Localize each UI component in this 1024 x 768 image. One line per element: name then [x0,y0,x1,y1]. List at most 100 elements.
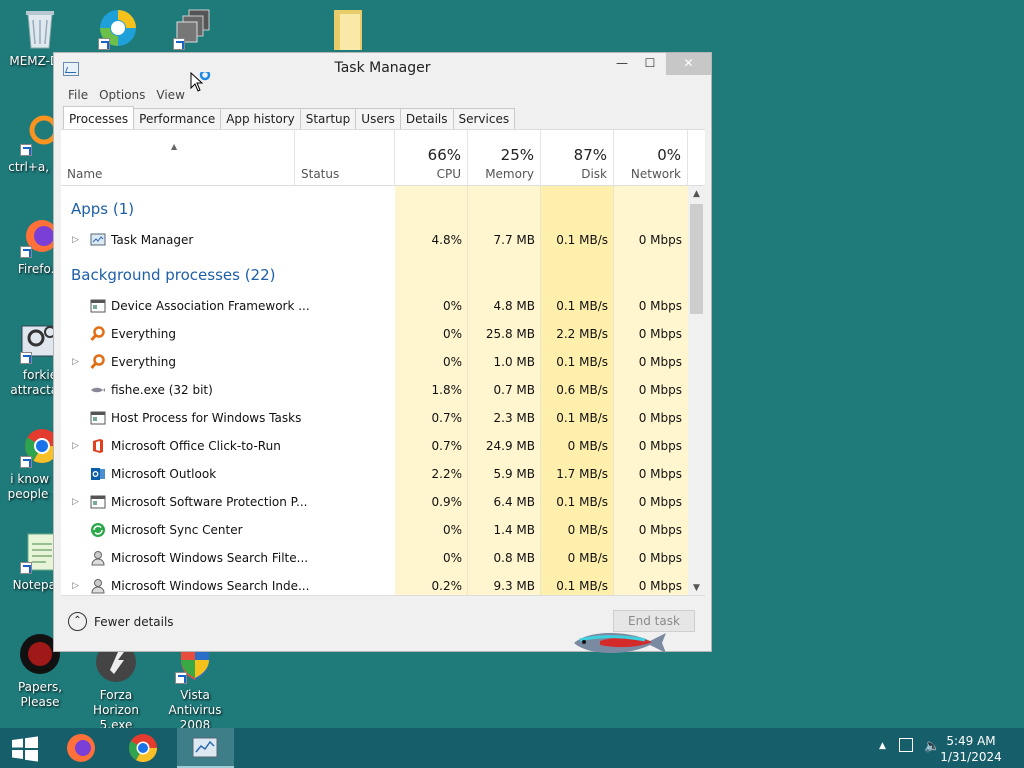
process-memory: 4.8 MB [493,299,535,313]
expand-arrow-icon[interactable]: ▷ [72,226,79,254]
table-row[interactable]: ▷ Microsoft Office Click-to-Run 0.7% 24.9 M… [61,432,688,460]
tab-performance[interactable]: Performance [133,108,222,129]
chevron-up-icon: ⌃ [68,612,87,631]
show-hidden-icons-icon[interactable]: ▲ [879,741,886,751]
office-icon [90,438,106,454]
desktop-icon-folder[interactable] [308,6,388,54]
table-row[interactable]: Everything 0% 25.8 MB 2.2 MB/s 0 Mbps [61,320,688,348]
tab-services[interactable]: Services [452,108,516,129]
mouse-cursor-icon [190,69,216,97]
desktop-icon-vista-antivirus[interactable]: Vista Antivirus 2008 [155,640,235,733]
column-cpu[interactable]: 66% CPU [395,130,468,186]
group-header-background[interactable]: Background processes (22) [61,260,688,288]
process-name: Microsoft Windows Search Inde... [111,579,310,593]
column-network-label: Network [630,167,681,181]
window-icon [90,494,106,510]
column-cpu-label: CPU [436,167,461,181]
table-row[interactable]: fishe.exe (32 bit) 1.8% 0.7 MB 0.6 MB/s 0 Mb… [61,376,688,404]
table-row[interactable]: ▷ Everything 0% 1.0 MB 0.1 MB/s 0 Mbps [61,348,688,376]
expand-arrow-icon[interactable]: ▷ [72,572,79,595]
expand-arrow-icon[interactable]: ▷ [72,432,79,460]
tab-startup[interactable]: Startup [299,108,357,129]
table-row[interactable]: Host Process for Windows Tasks 0.7% 2.3 MB… [61,404,688,432]
maximize-button[interactable]: ☐ [635,53,665,75]
window-icon [90,410,106,426]
process-name: fishe.exe (32 bit) [111,383,213,397]
column-memory[interactable]: 25% Memory [468,130,541,186]
menu-file[interactable]: File [65,85,96,105]
folder-icon [326,6,370,50]
column-network[interactable]: 0% Network [614,130,688,186]
menu-options[interactable]: Options [96,85,153,105]
column-disk[interactable]: 87% Disk [541,130,614,186]
scroll-up-arrow-icon[interactable]: ▲ [688,186,705,202]
sort-ascending-icon: ▲ [171,142,178,151]
process-network: 0 Mbps [638,551,682,565]
process-cpu: 1.8% [431,383,463,397]
table-row[interactable]: ▷ Microsoft Windows Search Inde... 0.2% 9.3… [61,572,688,595]
table-body: Apps (1) Background processes (22) ▷ Task… [61,186,688,595]
fewer-details-button[interactable]: ⌃ Fewer details [68,612,174,631]
desktop-icon-windows[interactable] [153,6,233,54]
process-name: Microsoft Software Protection P... [111,495,308,509]
firefox-icon [67,734,95,762]
expand-arrow-icon[interactable]: ▷ [72,488,79,516]
process-memory: 5.9 MB [493,467,535,481]
process-cpu: 0.7% [431,439,463,453]
minimize-button[interactable]: — [607,53,637,75]
taskbar-task-manager[interactable] [177,728,234,768]
table-row[interactable]: Device Association Framework ... 0% 4.8 MB… [61,292,688,320]
start-button[interactable] [0,728,50,768]
group-header-apps[interactable]: Apps (1) [61,194,688,222]
table-row[interactable]: Microsoft Outlook 2.2% 5.9 MB 1.7 MB/s 0 Mbp… [61,460,688,488]
taskbar-firefox[interactable] [54,728,108,768]
shortcut-arrow-icon [20,456,32,468]
desktop-icon-forza[interactable]: Forza Horizon 5.exe [76,640,156,733]
taskbar: ▲ 🔈 5:49 AM 1/31/2024 [0,728,1024,768]
column-name[interactable]: ▲ Name [61,130,295,186]
process-disk: 2.2 MB/s [556,327,608,341]
task-manager-window: Task Manager — ☐ ✕ File Options View Pro… [53,52,712,652]
task-manager-icon [192,737,218,758]
outlook-icon [90,466,106,482]
process-disk: 0.1 MB/s [556,355,608,369]
table-row[interactable]: Microsoft Windows Search Filte... 0% 0.8 M… [61,544,688,572]
close-button[interactable]: ✕ [666,53,711,75]
table-row[interactable]: ▷ Task Manager 4.8% 7.7 MB 0.1 MB/s 0 Mbps [61,226,688,254]
tab-users[interactable]: Users [355,108,401,129]
vertical-scrollbar[interactable]: ▲ ▼ [688,186,705,595]
table-row[interactable]: Microsoft Sync Center 0% 1.4 MB 0 MB/s 0 Mbp… [61,516,688,544]
taskbar-chrome[interactable] [116,728,170,768]
tab-app-history[interactable]: App history [220,108,301,129]
expand-arrow-icon[interactable]: ▷ [72,348,79,376]
group-label-background: Background processes (22) [71,266,276,284]
desktop-icon-browser[interactable] [78,6,158,54]
shortcut-arrow-icon [20,352,32,364]
process-cpu: 0% [442,355,462,369]
shortcut-arrow-icon [175,672,187,684]
process-cpu: 2.2% [431,467,463,481]
column-name-label: Name [67,167,103,181]
process-network: 0 Mbps [638,411,682,425]
title-bar[interactable]: Task Manager — ☐ ✕ [54,53,711,85]
process-network: 0 Mbps [638,495,682,509]
process-disk: 0 MB/s [567,551,608,565]
process-cpu: 0% [442,327,462,341]
tab-details[interactable]: Details [399,108,454,129]
shortcut-arrow-icon [98,38,110,50]
tab-processes[interactable]: Processes [63,106,135,129]
network-icon[interactable] [899,738,913,752]
windows-logo-icon [12,736,38,762]
table-row[interactable]: ▷ Microsoft Software Protection P... 0.9% 6… [61,488,688,516]
memory-total: 25% [500,146,534,164]
column-status[interactable]: Status [295,130,395,186]
tab-strip: Processes Performance App history Startu… [61,105,705,129]
scroll-down-arrow-icon[interactable]: ▼ [688,580,705,595]
recycle-bin-icon [18,6,62,50]
menu-view[interactable]: View [153,85,192,105]
scrollbar-thumb[interactable] [690,204,703,314]
process-name: Device Association Framework ... [111,299,310,313]
fish-icon [90,382,106,398]
clock[interactable]: 5:49 AM 1/31/2024 [936,733,1006,765]
stacked-windows-icon [171,6,215,50]
